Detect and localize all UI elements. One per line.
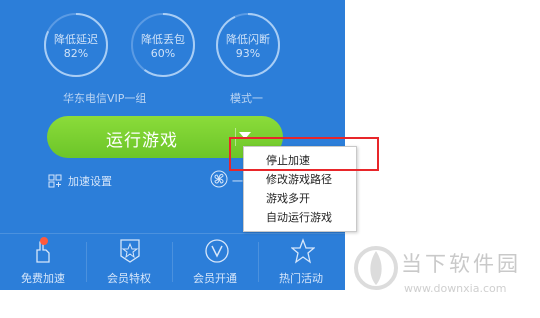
menu-item-change-path[interactable]: 修改游戏路径 [266,171,332,187]
menu-item-multi-open[interactable]: 游戏多开 [266,190,310,206]
menu-item-auto-run[interactable]: 自动运行游戏 [266,209,332,225]
nav-label: 热门活动 [279,272,323,285]
accel-settings-label: 加速设置 [68,175,112,188]
nav-label: 免费加速 [21,272,65,285]
star-badge-icon [120,239,140,263]
gauge-value: 82% [63,47,89,60]
gauge-value: 60% [150,47,176,60]
watermark-logo-icon [354,246,398,290]
disconnect-gauge: 降低闪断 93% [215,12,281,78]
notification-dot [40,237,48,245]
vip-v-icon [205,239,229,263]
latency-gauge: 降低延迟 82% [43,12,109,78]
settings-grid-icon [48,174,62,188]
mode-label[interactable]: 模式一 [230,90,263,106]
server-line-label[interactable]: 华东电信VIP一组 [63,90,146,106]
packet-loss-gauge: 降低丢包 60% [130,12,196,78]
fan-text: 一 [232,175,243,188]
nav-member-privileges[interactable]: 会员特权 [86,234,172,290]
watermark-title: 当下软件园 [401,252,521,276]
bottom-nav: 免费加速 会员特权 会员开通 热门活动 [0,233,345,290]
star-icon [291,238,315,264]
nav-hot-events[interactable]: 热门活动 [258,234,344,290]
watermark-url: www.downxia.com [404,282,507,295]
nav-label: 会员特权 [107,272,151,285]
run-game-label: 运行游戏 [106,131,178,151]
nav-free-accel[interactable]: 免费加速 [0,234,86,290]
nav-label: 会员开通 [193,272,237,285]
nav-member-open[interactable]: 会员开通 [172,234,258,290]
annotation-highlight-box [229,137,379,171]
gauge-value: 93% [235,47,261,60]
gauge-label: 降低丢包 [141,33,185,46]
gauge-label: 降低闪断 [226,33,270,46]
gauge-label: 降低延迟 [54,33,98,46]
fan-icon[interactable] [210,170,228,188]
